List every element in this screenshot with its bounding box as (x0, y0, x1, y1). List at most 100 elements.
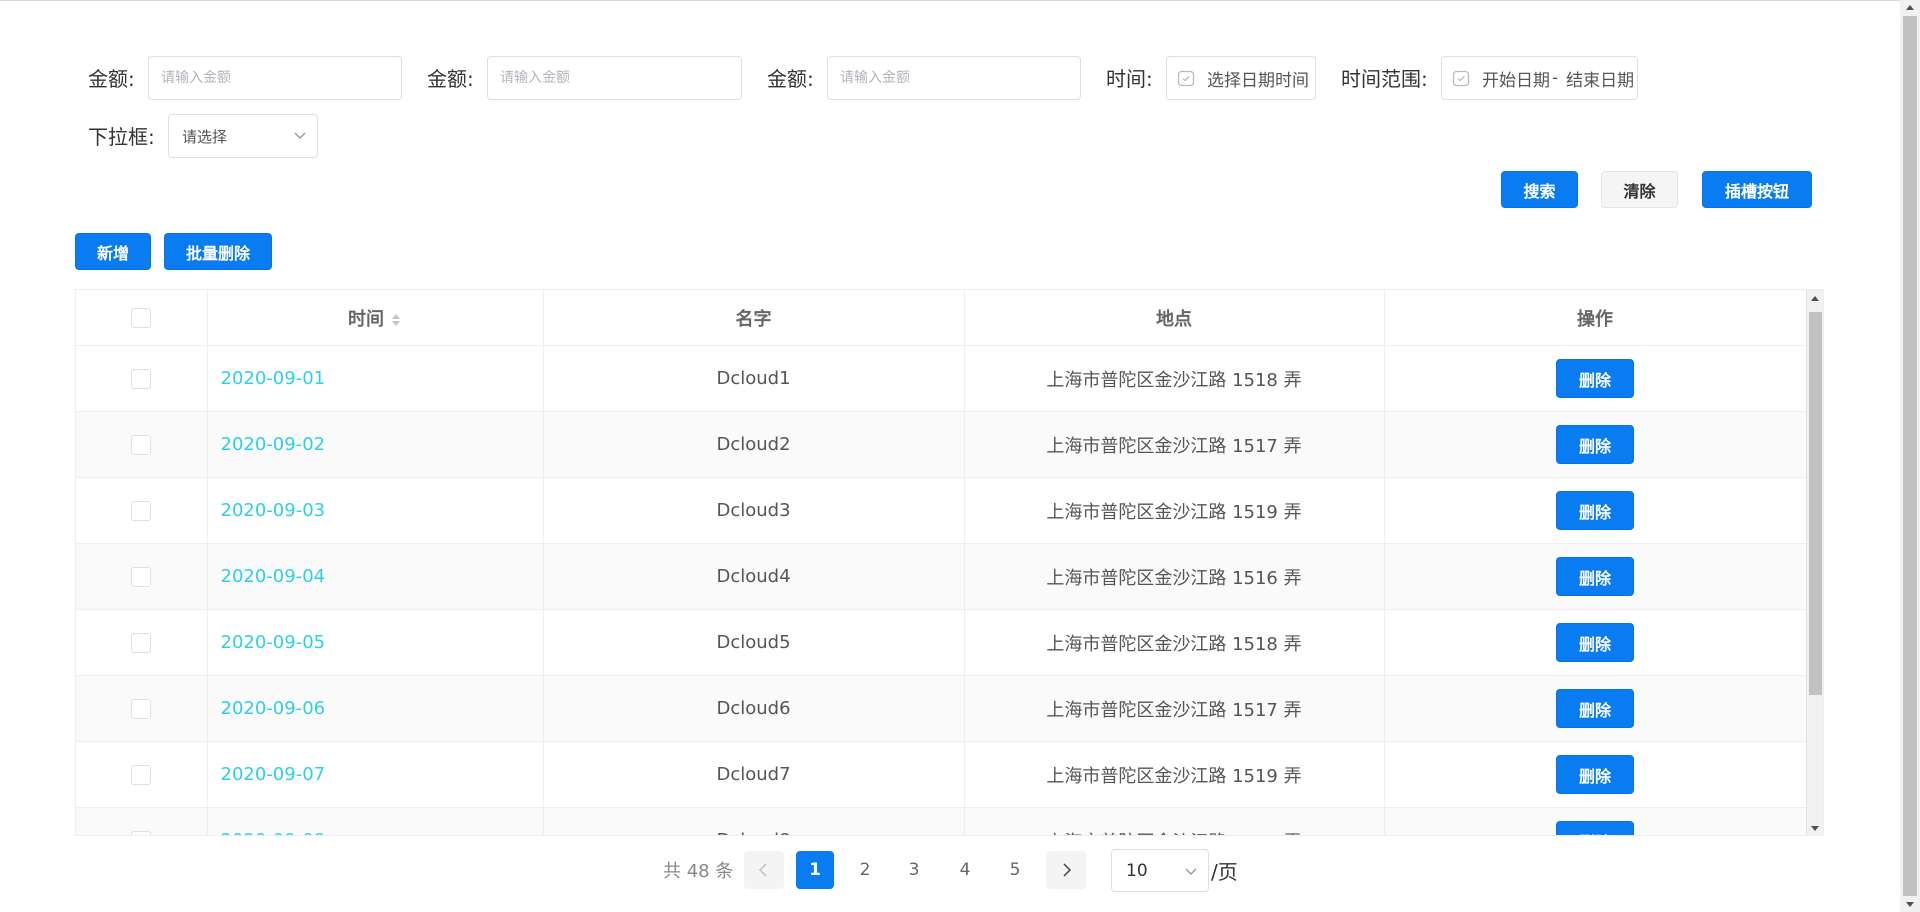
page-scrollbar[interactable] (1900, 0, 1920, 912)
page-1-button[interactable]: 1 (796, 851, 834, 889)
row-checkbox[interactable] (131, 633, 152, 653)
row-address: 上海市普陀区金沙江路 1516 弄 (964, 807, 1385, 835)
row-checkbox[interactable] (131, 369, 152, 389)
page-3-button[interactable]: 3 (895, 851, 933, 889)
clear-button[interactable]: 清除 (1601, 171, 1678, 208)
row-date[interactable]: 2020-09-04 (207, 543, 544, 610)
row-address: 上海市普陀区金沙江路 1519 弄 (964, 477, 1385, 544)
select-all-checkbox[interactable] (131, 308, 152, 328)
row-name: Dcloud4 (543, 543, 965, 610)
row-select-cell (76, 807, 208, 835)
datetime-placeholder: 选择日期时间 (1207, 70, 1309, 91)
row-date[interactable]: 2020-09-01 (207, 345, 544, 412)
row-name: Dcloud2 (543, 411, 965, 478)
row-date[interactable]: 2020-09-02 (207, 411, 544, 478)
page-2-button[interactable]: 2 (846, 851, 884, 889)
row-address: 上海市普陀区金沙江路 1518 弄 (964, 345, 1385, 412)
delete-button[interactable]: 删除 (1556, 623, 1634, 662)
column-header-name: 名字 (543, 290, 965, 346)
row-name: Dcloud8 (543, 807, 965, 835)
time-label: 时间: (1106, 67, 1153, 91)
column-header-time-label: 时间 (348, 308, 384, 330)
row-name: Dcloud6 (543, 675, 965, 742)
table-row: 2020-09-07 Dcloud7 上海市普陀区金沙江路 1519 弄 删除 (76, 741, 1807, 808)
row-address: 上海市普陀区金沙江路 1518 弄 (964, 609, 1385, 676)
range-start: 开始日期 (1482, 70, 1550, 91)
row-actions: 删除 (1384, 411, 1807, 478)
per-page-label: /页 (1211, 860, 1238, 884)
delete-button[interactable]: 删除 (1556, 821, 1634, 835)
column-header-location: 地点 (964, 290, 1385, 346)
dropdown-label: 下拉框: (88, 125, 155, 149)
delete-button[interactable]: 删除 (1556, 359, 1634, 398)
page-4-button[interactable]: 4 (946, 851, 984, 889)
range-label: 时间范围: (1341, 67, 1428, 91)
row-select-cell (76, 543, 208, 610)
calendar-icon (1452, 70, 1470, 87)
row-checkbox[interactable] (131, 435, 152, 455)
row-select-cell (76, 411, 208, 478)
datetime-picker[interactable]: 选择日期时间 (1166, 56, 1316, 100)
row-address: 上海市普陀区金沙江路 1517 弄 (964, 411, 1385, 478)
calendar-icon (1177, 70, 1195, 87)
delete-button[interactable]: 删除 (1556, 557, 1634, 596)
row-date[interactable]: 2020-09-05 (207, 609, 544, 676)
row-actions: 删除 (1384, 543, 1807, 610)
row-checkbox[interactable] (131, 699, 152, 719)
dropdown-select[interactable]: 请选择 (168, 114, 318, 158)
row-name: Dcloud5 (543, 609, 965, 676)
column-header-time[interactable]: 时间 (207, 290, 544, 346)
chevron-down-icon (294, 132, 306, 139)
row-date[interactable]: 2020-09-08 (207, 807, 544, 835)
row-name: Dcloud7 (543, 741, 965, 808)
table-row: 2020-09-02 Dcloud2 上海市普陀区金沙江路 1517 弄 删除 (76, 411, 1807, 478)
page-5-button[interactable]: 5 (996, 851, 1034, 889)
row-date[interactable]: 2020-09-06 (207, 675, 544, 742)
amount-input-1[interactable] (148, 56, 402, 100)
table-row: 2020-09-08 Dcloud8 上海市普陀区金沙江路 1516 弄 删除 (76, 807, 1807, 835)
row-checkbox[interactable] (131, 831, 152, 835)
page-scrollbar-thumb[interactable] (1903, 16, 1917, 896)
page-size-value: 10 (1126, 860, 1148, 881)
slot-button[interactable]: 插槽按钮 (1702, 171, 1812, 208)
data-table: 时间 名字 地点 操作 2020-09-01 Dcloud1 上海市普陀区金沙江… (75, 289, 1824, 836)
scroll-up-arrow-icon[interactable] (1906, 5, 1914, 10)
batch-delete-button[interactable]: 批量删除 (164, 233, 272, 270)
table-row: 2020-09-05 Dcloud5 上海市普陀区金沙江路 1518 弄 删除 (76, 609, 1807, 676)
column-header-actions: 操作 (1384, 290, 1807, 346)
scroll-down-arrow-icon[interactable] (1811, 826, 1819, 831)
table-row: 2020-09-01 Dcloud1 上海市普陀区金沙江路 1518 弄 删除 (76, 345, 1807, 412)
search-button[interactable]: 搜索 (1501, 171, 1578, 208)
next-page-button[interactable] (1046, 851, 1086, 889)
prev-page-button[interactable] (744, 851, 784, 889)
table-header-row: 时间 名字 地点 操作 (76, 290, 1807, 346)
table-scrollbar[interactable] (1806, 290, 1823, 835)
row-select-cell (76, 477, 208, 544)
delete-button[interactable]: 删除 (1556, 491, 1634, 530)
row-date[interactable]: 2020-09-03 (207, 477, 544, 544)
row-actions: 删除 (1384, 477, 1807, 544)
table-row: 2020-09-04 Dcloud4 上海市普陀区金沙江路 1516 弄 删除 (76, 543, 1807, 610)
row-checkbox[interactable] (131, 501, 152, 521)
range-separator: - (1552, 68, 1559, 88)
scroll-down-arrow-icon[interactable] (1906, 902, 1914, 907)
delete-button[interactable]: 删除 (1556, 425, 1634, 464)
page-size-select[interactable]: 10 (1111, 849, 1209, 892)
row-checkbox[interactable] (131, 567, 152, 587)
range-end: 结束日期 (1566, 70, 1635, 91)
row-checkbox[interactable] (131, 765, 152, 785)
amount-input-2[interactable] (487, 56, 742, 100)
table-row: 2020-09-06 Dcloud6 上海市普陀区金沙江路 1517 弄 删除 (76, 675, 1807, 742)
row-date[interactable]: 2020-09-07 (207, 741, 544, 808)
table-scrollbar-thumb[interactable] (1809, 312, 1822, 695)
add-button[interactable]: 新增 (75, 233, 151, 270)
scroll-up-arrow-icon[interactable] (1811, 296, 1819, 301)
dropdown-placeholder: 请选择 (182, 127, 228, 146)
sort-icon[interactable] (390, 311, 402, 329)
delete-button[interactable]: 删除 (1556, 689, 1634, 728)
delete-button[interactable]: 删除 (1556, 755, 1634, 794)
row-select-cell (76, 609, 208, 676)
select-all-cell (76, 290, 208, 346)
amount-input-3[interactable] (827, 56, 1081, 100)
date-range-picker[interactable]: 开始日期 - 结束日期 (1441, 56, 1638, 100)
